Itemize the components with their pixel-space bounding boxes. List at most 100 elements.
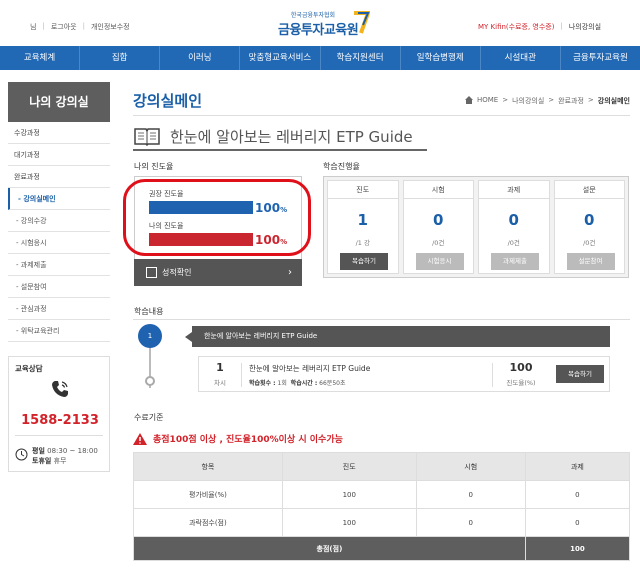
unit-node: 1 — [138, 324, 162, 348]
completion-section-label: 수료기준 — [134, 413, 164, 422]
logo-title: 금융투자교육원 — [278, 23, 359, 38]
review-button[interactable]: 복습하기 — [340, 253, 388, 270]
lesson-meta: 학습횟수 : 1회 학습시간 : 66분50초 — [249, 380, 346, 387]
learning-divider — [133, 319, 630, 320]
logout-link[interactable]: 로그아웃 — [51, 22, 77, 32]
consult-title: 교육상담 — [15, 364, 43, 373]
nav-item-elearning[interactable]: 이러닝 — [159, 46, 239, 70]
table-cell: 0 — [415, 480, 526, 509]
unit-title-bar: 한눈에 알아보는 레버리지 ETP Guide — [185, 326, 610, 347]
sidebar-item-assignment[interactable]: - 과제제출 — [8, 254, 110, 276]
stat-value: 1 — [357, 211, 368, 229]
course-title-underline — [133, 149, 427, 151]
util-links-right: MY Kifin(수료증, 영수증) | 나의강의실 — [478, 22, 602, 32]
consult-box: 교육상담 1588-2133 평일 08:30 ~ 18:00 토휴일 휴무 — [8, 356, 110, 472]
sidebar-item-enrolled[interactable]: 수강과정 — [8, 122, 110, 144]
table-row: 과락점수(점) 100 0 0 — [133, 508, 631, 537]
sidebar-item-waiting[interactable]: 대기과정 — [8, 144, 110, 166]
nav-item-custom-service[interactable]: 맞춤형교육서비스 — [239, 46, 319, 70]
title-divider — [133, 115, 630, 116]
grade-icon — [146, 267, 157, 278]
stat-head: 시험 — [403, 181, 473, 199]
stat-assignment: 과제 0 /0건 과제제출 — [478, 180, 550, 274]
course-title: 한눈에 알아보는 레버리지 ETP Guide — [170, 128, 413, 146]
stat-head: 설문 — [554, 181, 624, 199]
table-cell: 100 — [281, 480, 417, 509]
join-survey-button[interactable]: 설문참여 — [566, 253, 615, 270]
lesson-title: 한눈에 알아보는 레버리지 ETP Guide — [249, 364, 371, 373]
sidebar-item-consignment[interactable]: - 위탁교육관리 — [8, 320, 110, 342]
take-exam-button[interactable]: 시험응시 — [415, 253, 464, 270]
lesson-number: 1 — [216, 361, 224, 374]
table-cell: 과락점수(점) — [133, 508, 283, 537]
breadcrumb: HOME > 나의강의실 > 완료과정 > 강의실메인 — [460, 96, 630, 106]
table-cell: 0 — [415, 508, 526, 537]
nav-item-support-center[interactable]: 학습지원센터 — [319, 46, 400, 70]
table-cell: 평가비율(%) — [133, 480, 283, 509]
table-row: 평가비율(%) 100 0 0 — [133, 480, 631, 509]
sidebar-title: 나의 강의실 — [8, 82, 110, 122]
sidebar: 나의 강의실 수강과정 대기과정 완료과정 - 강의실메인 - 강의수강 - 시… — [8, 82, 110, 342]
completion-table: 항목 진도 시험 과제 평가비율(%) 100 0 0 과락점수(점) 100 … — [133, 452, 631, 561]
nav-item-curriculum[interactable]: 교육체계 — [0, 46, 79, 70]
stats-panel: 진도 1 /1 강 복습하기 시험 0 /0건 시험응시 과제 0 /0건 과제… — [323, 176, 629, 278]
breadcrumb-home[interactable]: HOME — [477, 96, 498, 106]
phone-icon — [52, 381, 68, 397]
highlight-annotation — [123, 179, 311, 256]
edit-profile-link[interactable]: 개인정보수정 — [91, 22, 130, 32]
grade-check-button[interactable]: 성적확인 › — [134, 259, 302, 286]
consult-hours: 평일 08:30 ~ 18:00 토휴일 휴무 — [32, 446, 98, 466]
weekday-hours: 08:30 ~ 18:00 — [47, 447, 98, 455]
sidebar-item-interest[interactable]: - 관심과정 — [8, 298, 110, 320]
total-label: 총점(점) — [133, 536, 526, 561]
nav-item-work-learning[interactable]: 일학습병행제 — [399, 46, 480, 70]
page-title: 강의실메인 — [133, 92, 203, 110]
consult-divider — [15, 435, 103, 436]
site-logo[interactable]: 한국금융투자협회 금융투자교육원 — [278, 7, 374, 38]
stat-head: 과제 — [479, 181, 549, 199]
sidebar-item-classroom-main[interactable]: - 강의실메인 — [8, 188, 110, 210]
breadcrumb-completed[interactable]: 완료과정 — [558, 96, 584, 106]
breadcrumb-classroom[interactable]: 나의강의실 — [512, 96, 544, 106]
learning-section-label: 학습내용 — [134, 307, 164, 316]
user-name-suffix: 님 — [30, 23, 37, 31]
stat-value: 0 — [433, 211, 444, 229]
lesson-progress-label: 진도율(%) — [506, 379, 536, 387]
weekend-label: 토휴일 — [32, 457, 52, 465]
nav-item-group[interactable]: 집합 — [79, 46, 159, 70]
table-header: 진도 — [281, 452, 417, 481]
sidebar-item-survey[interactable]: - 설문참여 — [8, 276, 110, 298]
stat-sub: /0건 — [432, 239, 445, 247]
main-nav: 교육체계 집합 이러닝 맞춤형교육서비스 학습지원센터 일학습병행제 시설대관 … — [0, 46, 640, 70]
grade-check-label: 성적확인 — [162, 268, 192, 277]
stat-sub: /0건 — [507, 239, 520, 247]
warning-icon — [133, 432, 147, 445]
consult-phone-number: 1588-2133 — [21, 413, 99, 428]
table-cell: 0 — [524, 508, 631, 537]
sidebar-item-lecture[interactable]: - 강의수강 — [8, 210, 110, 232]
sidebar-item-exam[interactable]: - 시험응시 — [8, 232, 110, 254]
stat-value: 0 — [508, 211, 519, 229]
nav-item-facility-rental[interactable]: 시설대관 — [479, 46, 560, 70]
timeline-end-dot — [145, 376, 155, 386]
lesson-card: 1 차시 한눈에 알아보는 레버리지 ETP Guide 학습횟수 : 1회 학… — [198, 356, 610, 392]
stat-sub: /1 강 — [355, 239, 370, 247]
my-kifin-link[interactable]: MY Kifin(수료증, 영수증) — [478, 22, 554, 32]
stat-progress: 진도 1 /1 강 복습하기 — [327, 180, 399, 274]
sidebar-item-completed[interactable]: 완료과정 — [8, 166, 110, 188]
stats-section-label: 학습진행율 — [323, 162, 360, 171]
stat-survey: 설문 0 /0건 설문참여 — [553, 180, 625, 274]
warning-text: 총점100점 이상 , 진도율100%이상 시 이수가능 — [153, 435, 343, 445]
my-classroom-link[interactable]: 나의강의실 — [569, 22, 601, 32]
progress-section-label: 나의 진도율 — [134, 162, 174, 171]
table-header-row: 항목 진도 시험 과제 — [133, 452, 631, 481]
nav-item-institute[interactable]: 금융투자교육원 — [559, 46, 640, 70]
lesson-review-button[interactable]: 복습하기 — [556, 365, 604, 383]
breadcrumb-current: 강의실메인 — [597, 97, 630, 105]
lesson-unit-label: 차시 — [214, 379, 226, 387]
stat-exam: 시험 0 /0건 시험응시 — [402, 180, 474, 274]
submit-assignment-button[interactable]: 과제제출 — [491, 253, 539, 270]
weekend-hours: 휴무 — [53, 457, 67, 465]
stat-sub: /0건 — [583, 239, 596, 247]
lesson-count: 1회 — [277, 380, 287, 387]
